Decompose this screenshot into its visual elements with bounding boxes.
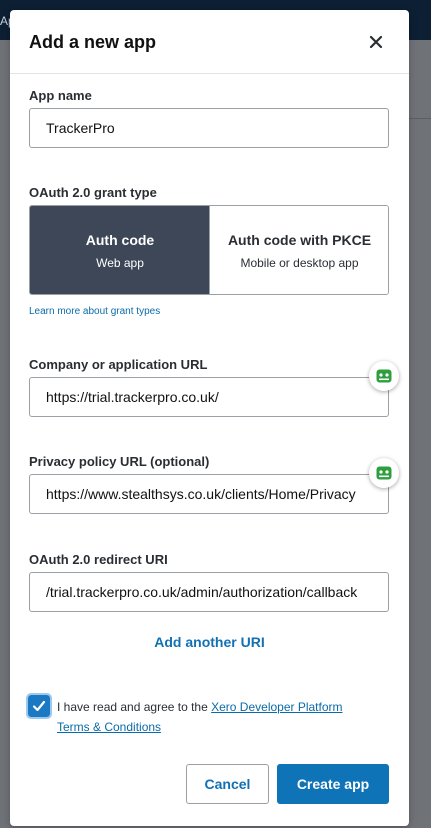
grant-option-title: Auth code: [85, 232, 155, 248]
checkmark-icon: [32, 700, 46, 712]
cancel-button[interactable]: Cancel: [186, 764, 269, 804]
grant-option-auth-code[interactable]: Auth code Web app: [30, 206, 210, 294]
grant-option-subtitle: Web app: [96, 256, 144, 270]
close-icon: [369, 35, 383, 49]
redirect-uri-label: OAuth 2.0 redirect URI: [29, 552, 168, 567]
privacy-url-label: Privacy policy URL (optional): [29, 454, 210, 469]
modal-header: Add a new app: [10, 10, 409, 74]
password-manager-badge-company[interactable]: [369, 361, 399, 391]
app-name-input[interactable]: TrackerPro: [29, 108, 389, 148]
app-name-label: App name: [29, 88, 92, 103]
password-manager-icon: [376, 466, 392, 480]
background-overlay-left: [0, 40, 10, 828]
password-manager-icon: [376, 369, 392, 383]
terms-text: I have read and agree to the: [57, 700, 212, 714]
grant-option-auth-code-pkce[interactable]: Auth code with PKCE Mobile or desktop ap…: [209, 206, 388, 294]
password-manager-badge-privacy[interactable]: [369, 458, 399, 488]
modal-title: Add a new app: [29, 32, 157, 52]
company-url-input[interactable]: https://trial.trackerpro.co.uk/: [29, 377, 389, 417]
grant-type-selector: Auth code Web app Auth code with PKCE Mo…: [29, 205, 389, 295]
grant-type-label: OAuth 2.0 grant type: [29, 185, 157, 200]
add-app-modal: Add a new app App name TrackerPro OAuth …: [10, 10, 409, 826]
privacy-url-input[interactable]: https://www.stealthsys.co.uk/clients/Hom…: [29, 474, 389, 514]
create-app-button[interactable]: Create app: [277, 764, 389, 804]
company-url-label: Company or application URL: [29, 357, 208, 372]
background-overlay-right: [409, 40, 431, 828]
grant-option-subtitle: Mobile or desktop app: [240, 256, 359, 270]
close-button[interactable]: [366, 32, 386, 52]
learn-grant-types-link[interactable]: Learn more about grant types: [29, 306, 160, 317]
grant-option-title: Auth code with PKCE: [227, 232, 372, 248]
terms-agreement: I have read and agree to the Xero Develo…: [57, 697, 377, 737]
background-divider: [409, 118, 431, 119]
add-another-uri-button[interactable]: Add another URI: [10, 634, 409, 650]
redirect-uri-input[interactable]: /trial.trackerpro.co.uk/admin/authorizat…: [29, 572, 389, 612]
terms-checkbox[interactable]: [26, 693, 52, 719]
